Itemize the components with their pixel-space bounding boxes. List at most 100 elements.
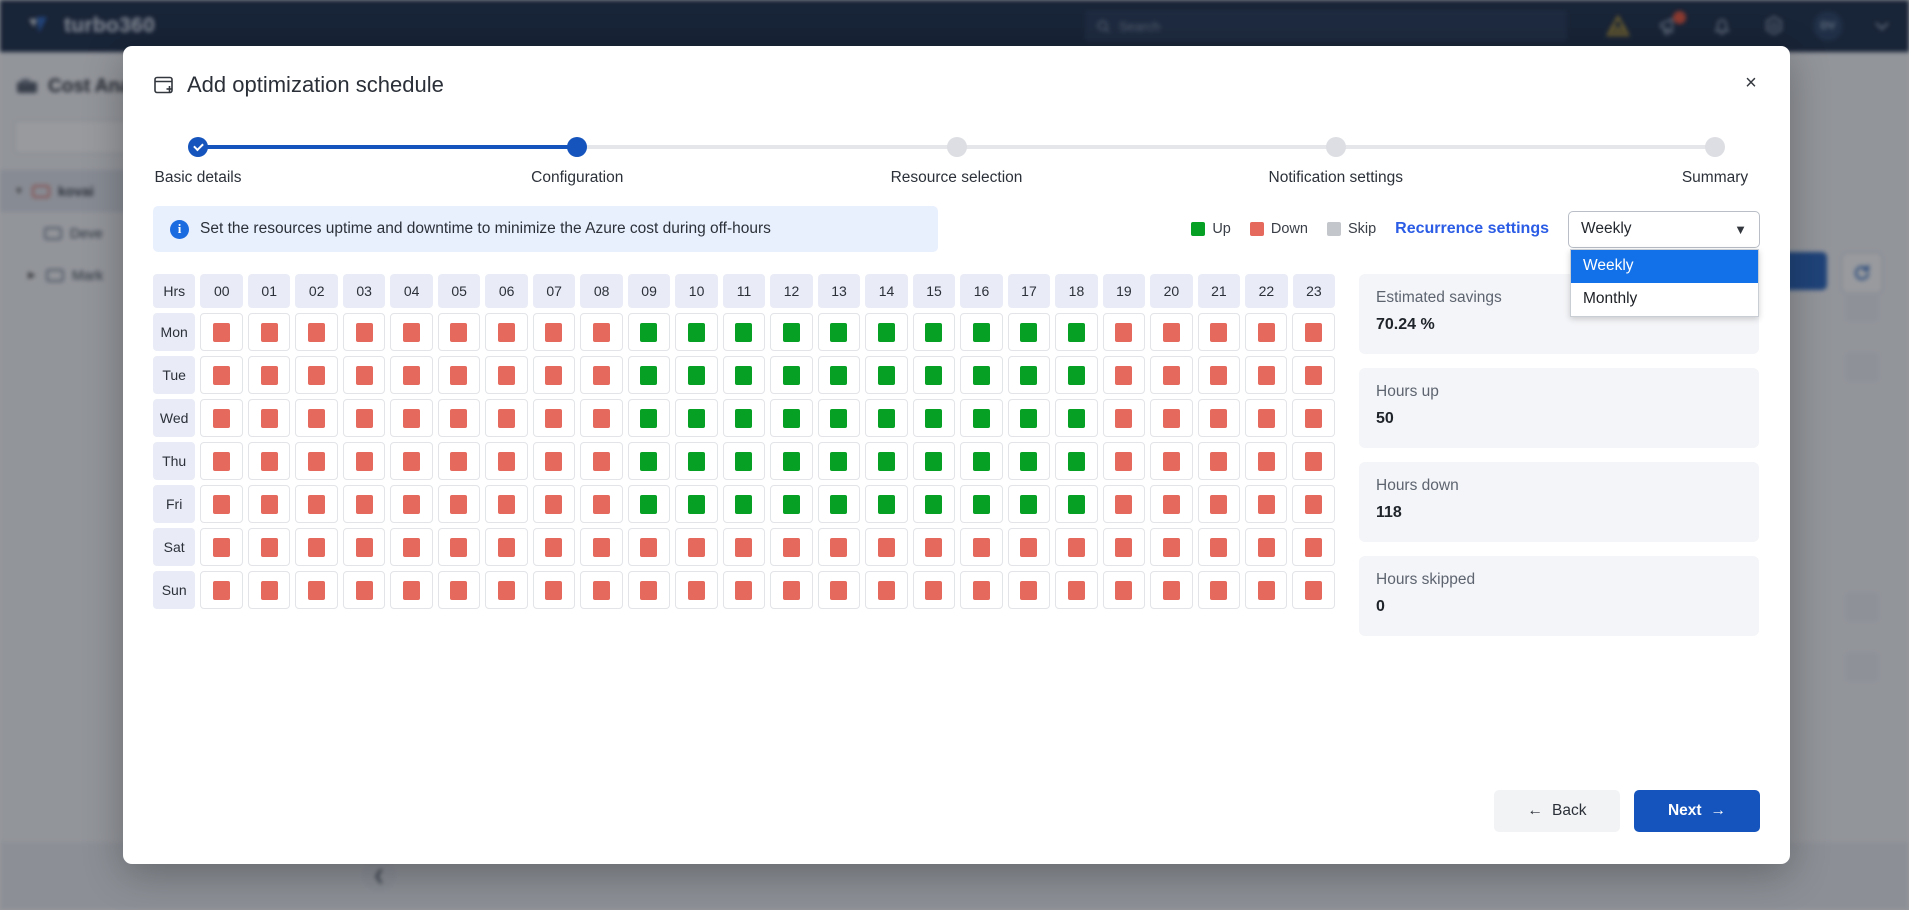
schedule-cell-fri-23[interactable] bbox=[1292, 485, 1335, 523]
schedule-cell-fri-03[interactable] bbox=[342, 485, 386, 523]
schedule-cell-thu-14[interactable] bbox=[865, 442, 908, 480]
schedule-cell-tue-13[interactable] bbox=[817, 356, 861, 394]
schedule-cell-thu-01[interactable] bbox=[247, 442, 291, 480]
schedule-cell-sat-12[interactable] bbox=[770, 528, 813, 566]
schedule-cell-sun-16[interactable] bbox=[960, 571, 1003, 609]
schedule-cell-sun-03[interactable] bbox=[342, 571, 386, 609]
schedule-cell-sun-00[interactable] bbox=[200, 571, 243, 609]
schedule-cell-tue-02[interactable] bbox=[295, 356, 338, 394]
schedule-cell-fri-00[interactable] bbox=[200, 485, 243, 523]
schedule-cell-wed-20[interactable] bbox=[1150, 399, 1193, 437]
schedule-cell-tue-00[interactable] bbox=[200, 356, 243, 394]
schedule-cell-thu-02[interactable] bbox=[295, 442, 338, 480]
schedule-cell-thu-10[interactable] bbox=[675, 442, 718, 480]
schedule-cell-sun-21[interactable] bbox=[1197, 571, 1240, 609]
schedule-cell-mon-02[interactable] bbox=[295, 313, 338, 351]
step-resource-selection[interactable]: Resource selection bbox=[842, 128, 1072, 187]
schedule-cell-thu-21[interactable] bbox=[1197, 442, 1240, 480]
schedule-cell-wed-04[interactable] bbox=[390, 399, 433, 437]
schedule-cell-mon-12[interactable] bbox=[770, 313, 813, 351]
schedule-cell-tue-21[interactable] bbox=[1197, 356, 1240, 394]
schedule-cell-tue-10[interactable] bbox=[675, 356, 718, 394]
schedule-cell-wed-07[interactable] bbox=[532, 399, 576, 437]
schedule-cell-fri-11[interactable] bbox=[722, 485, 766, 523]
schedule-cell-wed-11[interactable] bbox=[722, 399, 766, 437]
schedule-cell-sat-11[interactable] bbox=[722, 528, 766, 566]
schedule-cell-sun-11[interactable] bbox=[722, 571, 766, 609]
schedule-cell-mon-07[interactable] bbox=[532, 313, 576, 351]
schedule-cell-sat-13[interactable] bbox=[817, 528, 861, 566]
schedule-cell-sat-10[interactable] bbox=[675, 528, 718, 566]
schedule-cell-mon-19[interactable] bbox=[1102, 313, 1146, 351]
schedule-cell-sat-20[interactable] bbox=[1150, 528, 1193, 566]
schedule-cell-wed-13[interactable] bbox=[817, 399, 861, 437]
schedule-cell-thu-20[interactable] bbox=[1150, 442, 1193, 480]
schedule-cell-tue-17[interactable] bbox=[1007, 356, 1051, 394]
schedule-cell-mon-23[interactable] bbox=[1292, 313, 1335, 351]
schedule-cell-tue-11[interactable] bbox=[722, 356, 766, 394]
schedule-cell-mon-22[interactable] bbox=[1244, 313, 1288, 351]
schedule-cell-tue-20[interactable] bbox=[1150, 356, 1193, 394]
schedule-cell-wed-23[interactable] bbox=[1292, 399, 1335, 437]
schedule-cell-tue-09[interactable] bbox=[627, 356, 671, 394]
schedule-cell-wed-06[interactable] bbox=[485, 399, 528, 437]
schedule-cell-wed-05[interactable] bbox=[437, 399, 481, 437]
schedule-cell-sun-02[interactable] bbox=[295, 571, 338, 609]
schedule-cell-sun-22[interactable] bbox=[1244, 571, 1288, 609]
close-icon[interactable]: × bbox=[1734, 66, 1768, 100]
schedule-cell-sat-23[interactable] bbox=[1292, 528, 1335, 566]
schedule-cell-wed-12[interactable] bbox=[770, 399, 813, 437]
schedule-cell-mon-18[interactable] bbox=[1055, 313, 1098, 351]
schedule-cell-sun-14[interactable] bbox=[865, 571, 908, 609]
schedule-cell-fri-15[interactable] bbox=[912, 485, 956, 523]
schedule-cell-mon-11[interactable] bbox=[722, 313, 766, 351]
schedule-cell-tue-22[interactable] bbox=[1244, 356, 1288, 394]
schedule-cell-tue-08[interactable] bbox=[580, 356, 623, 394]
recurrence-settings-link[interactable]: Recurrence settings bbox=[1395, 220, 1549, 238]
schedule-cell-fri-04[interactable] bbox=[390, 485, 433, 523]
schedule-cell-fri-07[interactable] bbox=[532, 485, 576, 523]
schedule-cell-wed-08[interactable] bbox=[580, 399, 623, 437]
schedule-cell-wed-18[interactable] bbox=[1055, 399, 1098, 437]
schedule-cell-sat-03[interactable] bbox=[342, 528, 386, 566]
schedule-cell-sun-10[interactable] bbox=[675, 571, 718, 609]
schedule-cell-sat-16[interactable] bbox=[960, 528, 1003, 566]
schedule-cell-sat-05[interactable] bbox=[437, 528, 481, 566]
schedule-cell-tue-04[interactable] bbox=[390, 356, 433, 394]
schedule-cell-mon-03[interactable] bbox=[342, 313, 386, 351]
schedule-cell-sat-07[interactable] bbox=[532, 528, 576, 566]
schedule-cell-thu-07[interactable] bbox=[532, 442, 576, 480]
schedule-cell-sat-19[interactable] bbox=[1102, 528, 1146, 566]
step-configuration[interactable]: Configuration bbox=[462, 128, 692, 187]
schedule-cell-sat-21[interactable] bbox=[1197, 528, 1240, 566]
schedule-cell-sun-17[interactable] bbox=[1007, 571, 1051, 609]
schedule-cell-fri-22[interactable] bbox=[1244, 485, 1288, 523]
schedule-cell-sun-12[interactable] bbox=[770, 571, 813, 609]
schedule-cell-mon-00[interactable] bbox=[200, 313, 243, 351]
schedule-cell-fri-14[interactable] bbox=[865, 485, 908, 523]
schedule-cell-sat-08[interactable] bbox=[580, 528, 623, 566]
schedule-cell-tue-23[interactable] bbox=[1292, 356, 1335, 394]
schedule-cell-mon-01[interactable] bbox=[247, 313, 291, 351]
schedule-cell-mon-21[interactable] bbox=[1197, 313, 1240, 351]
schedule-cell-thu-13[interactable] bbox=[817, 442, 861, 480]
schedule-cell-sun-15[interactable] bbox=[912, 571, 956, 609]
schedule-cell-wed-16[interactable] bbox=[960, 399, 1003, 437]
schedule-cell-sat-06[interactable] bbox=[485, 528, 528, 566]
schedule-cell-tue-05[interactable] bbox=[437, 356, 481, 394]
schedule-cell-sat-14[interactable] bbox=[865, 528, 908, 566]
back-button[interactable]: ← Back bbox=[1494, 790, 1620, 832]
schedule-cell-thu-23[interactable] bbox=[1292, 442, 1335, 480]
schedule-cell-sun-23[interactable] bbox=[1292, 571, 1335, 609]
schedule-cell-sun-13[interactable] bbox=[817, 571, 861, 609]
schedule-cell-thu-19[interactable] bbox=[1102, 442, 1146, 480]
next-button[interactable]: Next → bbox=[1634, 790, 1760, 832]
schedule-cell-wed-15[interactable] bbox=[912, 399, 956, 437]
schedule-cell-fri-01[interactable] bbox=[247, 485, 291, 523]
schedule-cell-mon-20[interactable] bbox=[1150, 313, 1193, 351]
schedule-cell-mon-04[interactable] bbox=[390, 313, 433, 351]
schedule-cell-wed-02[interactable] bbox=[295, 399, 338, 437]
schedule-cell-thu-08[interactable] bbox=[580, 442, 623, 480]
schedule-cell-sat-18[interactable] bbox=[1055, 528, 1098, 566]
schedule-cell-tue-14[interactable] bbox=[865, 356, 908, 394]
